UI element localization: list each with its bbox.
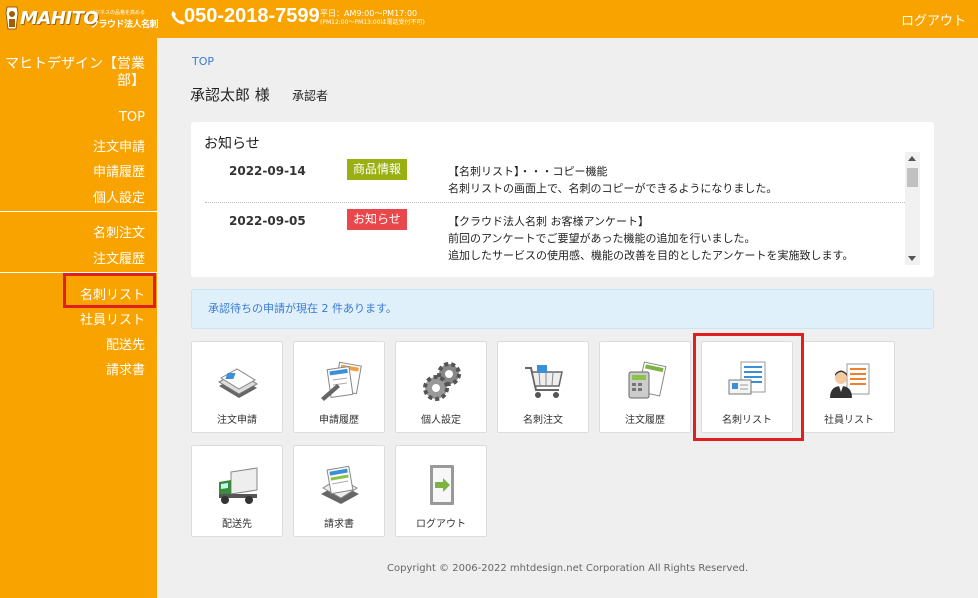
- notice-item: 2022-09-05 お知らせ 【クラウド法人名刺 お客様アンケート】 前回のア…: [205, 208, 905, 268]
- company-name: マヒトデザイン【営業部】: [5, 56, 145, 89]
- category-badge: お知らせ: [347, 209, 407, 230]
- truck-icon: [219, 467, 258, 504]
- notice-line: 【名刺リスト】・・・コピー機能: [448, 165, 608, 178]
- user-role: 承認者: [292, 89, 329, 103]
- notice-body: 【クラウド法人名刺 お客様アンケート】 前回のアンケートでご要望があった機能の追…: [448, 213, 853, 264]
- header-logout-link[interactable]: ログアウト: [901, 10, 966, 29]
- tile-label: 注文申請: [217, 415, 257, 426]
- cart-icon: [525, 365, 563, 398]
- tile-label: 請求書: [324, 519, 354, 530]
- highlight-frame-card-list: [693, 333, 804, 441]
- sidebar: マヒトデザイン【営業部】 TOP 注文申請 申請履歴 個人設定 名刺注文 注文履…: [0, 38, 157, 598]
- employee-list-icon: [830, 363, 870, 398]
- sidebar-item-order-request[interactable]: 注文申請: [93, 136, 145, 155]
- notice-body: 【名刺リスト】・・・コピー機能 名刺リストの画面上で、名刺のコピーができるように…: [448, 163, 777, 197]
- notice-divider: [205, 202, 905, 203]
- exit-door-icon: [430, 465, 454, 505]
- document-stack-icon: [218, 368, 258, 398]
- gears-icon: [423, 362, 461, 401]
- business-hours: 平日：AM9:00～PM17:00 (PM12:00～PM13:00は電話受付不…: [320, 9, 425, 27]
- pending-approval-alert: 承認待ちの申請が現在 2 件あります。: [191, 289, 934, 329]
- tile-label: 配送先: [222, 519, 252, 530]
- copyright: Copyright © 2006-2022 mhtdesign.net Corp…: [387, 563, 749, 574]
- sidebar-item-card-order[interactable]: 名刺注文: [93, 222, 145, 241]
- sidebar-item-order-history[interactable]: 注文履歴: [93, 248, 145, 267]
- notice-date: 2022-09-05: [229, 214, 306, 228]
- scroll-up-icon[interactable]: [908, 156, 916, 161]
- notice-line: 追加したサービスの使用感、機能の改善を目的としたアンケートを実施致します。: [448, 249, 854, 262]
- category-badge: 商品情報: [347, 159, 408, 180]
- logo-sub-text: クラウド法人名刺: [90, 20, 159, 30]
- sidebar-item-shipping[interactable]: 配送先: [106, 334, 145, 353]
- tile-request-history[interactable]: 申請履歴: [293, 341, 385, 433]
- notice-line: 前回のアンケートでご要望があった機能の追加を行いました。: [448, 232, 756, 245]
- documents-pen-icon: [321, 361, 362, 401]
- notice-scrollbar[interactable]: [905, 152, 920, 265]
- scroll-down-icon[interactable]: [908, 256, 916, 261]
- invoice-icon: [321, 465, 359, 504]
- phone-number: 050-2018-7599: [184, 5, 320, 27]
- sidebar-item-personal-settings[interactable]: 個人設定: [93, 187, 145, 206]
- tile-label: 個人設定: [421, 415, 461, 426]
- tile-employee-list[interactable]: 社員リスト: [803, 341, 895, 433]
- sidebar-item-request-history[interactable]: 申請履歴: [93, 161, 145, 180]
- tile-order-request[interactable]: 注文申請: [191, 341, 283, 433]
- calculator-docs-icon: [628, 361, 667, 399]
- scroll-thumb[interactable]: [907, 168, 918, 187]
- notice-date: 2022-09-14: [229, 164, 306, 178]
- tile-card-order[interactable]: 名刺注文: [497, 341, 589, 433]
- breadcrumb[interactable]: TOP: [192, 55, 214, 68]
- tile-logout[interactable]: ログアウト: [395, 445, 487, 537]
- logo-tagline: ビジネスの品格を高める: [90, 10, 146, 16]
- notice-title: お知らせ: [204, 136, 260, 152]
- logo-mascot-icon: [5, 6, 19, 30]
- sidebar-divider: [0, 211, 157, 212]
- tile-label: 注文履歴: [625, 415, 665, 426]
- notice-line: 【クラウド法人名刺 お客様アンケート】: [448, 215, 650, 228]
- notice-line: 名刺リストの画面上で、名刺のコピーができるようになりました。: [448, 182, 778, 195]
- sidebar-item-employee-list[interactable]: 社員リスト: [80, 309, 145, 328]
- hours-line-2: (PM12:00～PM13:00は電話受付不可): [320, 19, 425, 26]
- tile-label: 名刺注文: [523, 415, 563, 426]
- logo[interactable]: MAHITO ビジネスの品格を高める クラウド法人名刺: [4, 5, 159, 33]
- tile-invoice[interactable]: 請求書: [293, 445, 385, 537]
- tile-label: 申請履歴: [319, 415, 359, 426]
- tile-label: ログアウト: [416, 519, 466, 530]
- logo-main-text: MAHITO: [20, 8, 99, 29]
- tile-personal-settings[interactable]: 個人設定: [395, 341, 487, 433]
- user-name: 承認太郎 様: [190, 86, 270, 104]
- tile-shipping[interactable]: 配送先: [191, 445, 283, 537]
- sidebar-item-invoice[interactable]: 請求書: [106, 359, 145, 378]
- notice-panel: お知らせ 2022-09-14 商品情報 【名刺リスト】・・・コピー機能 名刺リ…: [191, 122, 934, 277]
- tile-order-history[interactable]: 注文履歴: [599, 341, 691, 433]
- tile-label: 社員リスト: [824, 415, 874, 426]
- hours-line-1: 平日：AM9:00～PM17:00: [320, 9, 418, 18]
- highlight-frame-sidebar: [63, 273, 156, 308]
- notice-item: 2022-09-14 商品情報 【名刺リスト】・・・コピー機能 名刺リストの画面…: [205, 158, 905, 202]
- header-bar: MAHITO ビジネスの品格を高める クラウド法人名刺 050-2018-759…: [0, 0, 978, 38]
- sidebar-item-top[interactable]: TOP: [119, 110, 145, 125]
